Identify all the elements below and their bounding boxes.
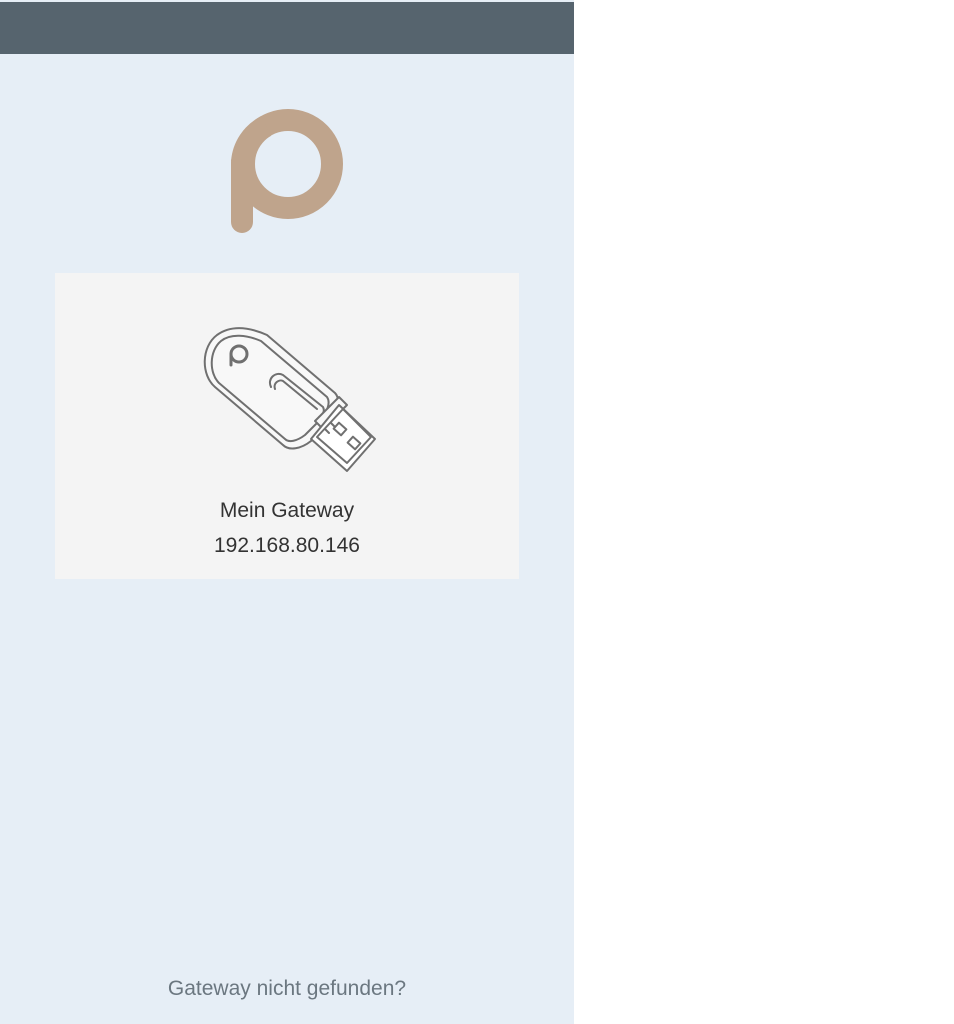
usb-stick-icon [197, 321, 383, 483]
top-bar [0, 2, 574, 54]
gateway-ip-address: 192.168.80.146 [214, 534, 360, 557]
app-panel: Mein Gateway 192.168.80.146 Gateway nich… [0, 0, 574, 1024]
gateway-card[interactable]: Mein Gateway 192.168.80.146 [55, 273, 519, 579]
gateway-name: Mein Gateway [219, 499, 355, 522]
brand-logo-icon [226, 104, 350, 238]
gateway-not-found-link[interactable]: Gateway nicht gefunden? [0, 975, 574, 1003]
